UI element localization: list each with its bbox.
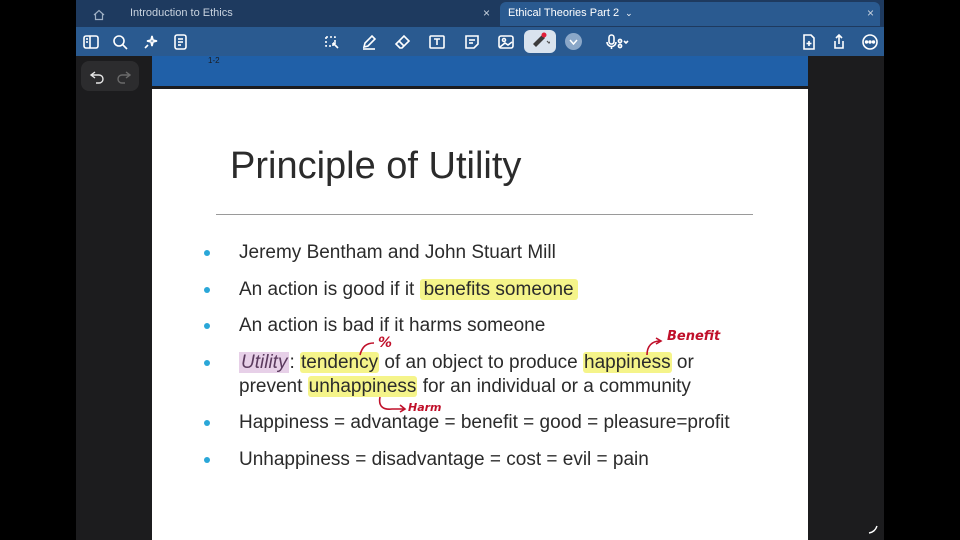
add-page-icon[interactable] [798, 31, 820, 53]
color-picker-icon[interactable] [565, 33, 582, 50]
ink-harm: Harm [408, 401, 442, 414]
close-icon[interactable]: × [867, 6, 874, 20]
tab-ethical-theories-part-2[interactable]: Ethical Theories Part 2 ⌄ × [500, 2, 880, 26]
previous-page-strip: 1-2 [152, 56, 808, 86]
eraser-icon[interactable] [392, 31, 414, 53]
ink-strokes [359, 337, 663, 413]
ink-benefit: Benefit [667, 329, 721, 344]
search-icon[interactable] [109, 31, 131, 53]
ink-arrow-harm [378, 396, 407, 413]
ink-arrow-percent [359, 342, 375, 356]
more-icon[interactable] [859, 31, 881, 53]
left-rail [76, 56, 152, 540]
tab-bar: Introduction to Ethics × Ethical Theorie… [76, 0, 884, 27]
slide-page[interactable]: Principle of Utility Jeremy Bentham and … [152, 89, 808, 540]
ink-arrow-benefit [646, 337, 663, 356]
home-icon[interactable] [93, 9, 105, 21]
notes-app-window: Introduction to Ethics × Ethical Theorie… [76, 0, 884, 540]
page-number: 1-2 [208, 56, 220, 65]
sidebar-icon[interactable] [80, 31, 102, 53]
sparkle-icon[interactable] [140, 31, 162, 53]
pen-icon[interactable] [358, 31, 380, 53]
laser-pen-icon [530, 31, 552, 52]
text-box-icon[interactable] [426, 31, 448, 53]
image-icon[interactable] [495, 31, 517, 53]
tab-label: Introduction to Ethics [130, 7, 233, 19]
share-icon[interactable] [828, 31, 850, 53]
close-icon[interactable]: × [483, 6, 490, 20]
sticky-note-icon[interactable] [461, 31, 483, 53]
tab-label: Ethical Theories Part 2 ⌄ [508, 7, 633, 19]
chevron-down-icon[interactable]: ⌄ [625, 8, 633, 18]
tab-title: Ethical Theories Part 2 [508, 7, 620, 19]
microphone-icon[interactable] [602, 31, 632, 53]
redo-icon[interactable] [116, 68, 132, 84]
ink-percent: % [378, 335, 393, 351]
laser-pen-button[interactable] [524, 30, 556, 53]
undo-redo-group [81, 61, 139, 91]
resize-corner-icon[interactable] [868, 524, 878, 534]
lasso-icon[interactable] [321, 31, 343, 53]
right-rail [808, 56, 884, 540]
notes-icon[interactable] [170, 31, 192, 53]
undo-icon[interactable] [89, 68, 105, 84]
toolbar [76, 27, 884, 56]
tab-introduction-to-ethics[interactable]: Introduction to Ethics × [76, 2, 496, 26]
